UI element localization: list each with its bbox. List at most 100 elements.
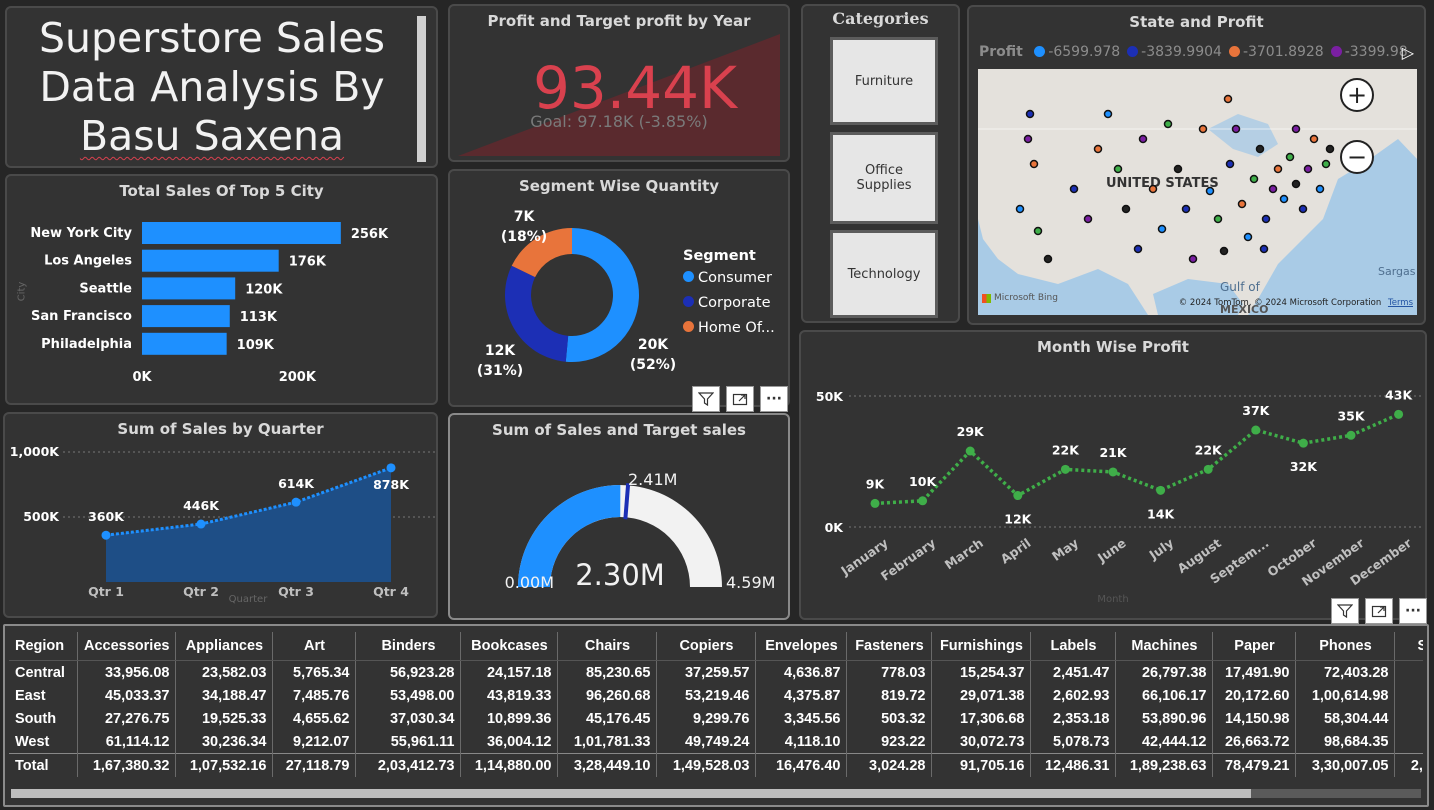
matrix-col-header[interactable]: Envelopes xyxy=(755,632,847,661)
map-data-point xyxy=(1291,124,1301,134)
matrix-col-header[interactable]: Storage xyxy=(1394,632,1423,661)
matrix-cell: 503.32 xyxy=(846,707,932,730)
map-sargasso-label: Sargas xyxy=(1378,265,1416,278)
map-data-point xyxy=(1279,194,1289,204)
matrix-focus-mode-icon[interactable] xyxy=(1365,598,1393,624)
matrix-filter-icon[interactable] xyxy=(1331,598,1359,624)
matrix-cell: 1,01,781.33 xyxy=(557,730,657,754)
quarter-area xyxy=(106,467,391,582)
category-technology[interactable]: Technology xyxy=(830,230,938,318)
month-y-tick: 0K xyxy=(825,520,845,535)
category-office-supplies[interactable]: Office Supplies xyxy=(830,132,938,224)
legend-dot-icon xyxy=(683,321,694,332)
gauge-svg: 2.30M 0.00M 4.59M 2.41M xyxy=(505,470,776,592)
matrix-col-header[interactable]: Labels xyxy=(1030,632,1116,661)
zoom-in-button[interactable]: + xyxy=(1340,78,1374,112)
map-data-point xyxy=(1083,214,1093,224)
map-data-point xyxy=(1309,134,1319,144)
matrix-cell: 27,276.75 xyxy=(76,707,176,730)
title-scrollbar[interactable] xyxy=(417,16,426,162)
matrix-cell: 37,030.34 xyxy=(355,707,461,730)
matrix-col-header[interactable]: Machines xyxy=(1115,632,1213,661)
legend-next-icon[interactable]: ▷ xyxy=(1402,43,1414,62)
matrix-cell: 35,768.06 xyxy=(1394,707,1423,730)
map-data-point xyxy=(1243,232,1253,242)
terms-link[interactable]: Terms xyxy=(1388,298,1413,308)
matrix-cell: 3,345.56 xyxy=(755,707,847,730)
matrix-cell: 96,260.68 xyxy=(557,684,657,707)
quarter-data-label: 360K xyxy=(88,509,125,524)
city-label-new-york-city: New York City xyxy=(30,226,132,241)
legend-dot-icon xyxy=(1127,46,1139,57)
segment-legend-item-corporate[interactable]: Corporate xyxy=(683,295,775,311)
gauge-value-label: 2.30M xyxy=(575,558,665,592)
map-data-point xyxy=(1219,246,1229,256)
segment-legend-item-home-of[interactable]: Home Of... xyxy=(683,320,775,336)
month-point xyxy=(1298,438,1308,448)
month-data-label: 12K xyxy=(1004,512,1032,527)
quarter-point xyxy=(291,497,301,507)
map-data-point xyxy=(1121,204,1131,214)
matrix-col-header[interactable]: Fasteners xyxy=(846,632,932,661)
segment-data-label: 7K xyxy=(514,209,536,225)
title-text: Superstore Sales Data Analysis By Basu S… xyxy=(7,14,417,161)
more-options-icon[interactable]: ··· xyxy=(760,386,788,412)
quarter-point xyxy=(101,530,111,540)
zoom-out-button[interactable]: − xyxy=(1340,140,1374,174)
filter-icon[interactable] xyxy=(692,386,720,412)
map-data-point xyxy=(1138,134,1148,144)
month-point xyxy=(1394,409,1404,419)
matrix-col-header[interactable]: Appliances xyxy=(175,632,273,661)
segment-data-label: (31%) xyxy=(477,363,523,379)
month-data-label: 14K xyxy=(1147,506,1175,521)
map-canvas[interactable]: UNITED STATES Gulf of MEXICO Sargas Micr… xyxy=(978,69,1417,315)
matrix-more-options-icon[interactable]: ··· xyxy=(1399,598,1427,624)
month-y-tick: 50K xyxy=(816,389,844,404)
matrix-cell: 19,525.33 xyxy=(175,707,273,730)
quarter-point xyxy=(196,519,206,529)
city-sales-chart: Total Sales Of Top 5 City City New York … xyxy=(5,174,438,405)
legend-dot-icon xyxy=(1330,46,1342,57)
matrix-col-header[interactable]: Bookcases xyxy=(460,632,558,661)
matrix-row: West 61,114.12 30,236.34 9,212.07 55,961.11 3… xyxy=(9,730,1423,754)
month-point xyxy=(1203,464,1213,474)
matrix-cell: 7,485.76 xyxy=(272,684,356,707)
map-data-point xyxy=(1157,224,1167,234)
month-data-label: 10K xyxy=(909,474,937,489)
month-line xyxy=(874,412,1400,506)
map-data-point xyxy=(1315,184,1325,194)
gauge-min-label: 0.00M xyxy=(505,573,554,592)
matrix-total-row: Total 1,67,380.32 1,07,532.16 27,118.79 2,03… xyxy=(9,753,1423,777)
matrix-total-cell: 2,03,412.73 xyxy=(355,753,461,777)
matrix-col-header[interactable]: Binders xyxy=(355,632,461,661)
city-value-label: 176K xyxy=(289,255,327,270)
matrix-cell: 53,219.46 xyxy=(656,684,756,707)
segment-legend-items: Consumer Corporate Home Of... xyxy=(683,270,775,336)
matrix-col-header[interactable]: Copiers xyxy=(656,632,756,661)
month-data-label: 22K xyxy=(1195,442,1223,457)
gauge-max-label: 4.59M xyxy=(726,573,775,592)
matrix-body: Central 33,956.08 23,582.03 5,765.34 56,923.… xyxy=(9,660,1423,777)
focus-mode-icon[interactable] xyxy=(726,386,754,412)
matrix-table: Region Accessories Appliances Art Binders Boo… xyxy=(9,632,1423,777)
matrix-col-header[interactable]: Paper xyxy=(1212,632,1296,661)
matrix-row: East 45,033.37 34,188.47 7,485.76 53,498.00 4… xyxy=(9,684,1423,707)
matrix-scrollbar-thumb[interactable] xyxy=(11,789,1251,798)
title-card: Superstore Sales Data Analysis By Basu S… xyxy=(5,6,438,168)
categories-title: Categories xyxy=(832,9,929,28)
matrix-col-header[interactable]: Region xyxy=(9,632,78,661)
matrix-col-header[interactable]: Chairs xyxy=(557,632,657,661)
map-data-point xyxy=(1181,204,1191,214)
matrix-col-header[interactable]: Art xyxy=(272,632,356,661)
matrix-row-header: East xyxy=(15,687,46,704)
matrix-col-header[interactable]: Phones xyxy=(1295,632,1395,661)
matrix-col-header[interactable]: Accessories xyxy=(76,632,176,661)
map-data-point xyxy=(1033,226,1043,236)
segment-legend-item-consumer[interactable]: Consumer xyxy=(683,270,775,286)
category-furniture[interactable]: Furniture xyxy=(830,37,938,125)
categories-slicer: Categories Furniture Office Supplies Tec… xyxy=(801,4,960,323)
map-data-point xyxy=(1029,159,1039,169)
matrix-cell: 923.22 xyxy=(846,730,932,754)
matrix-col-header[interactable]: Furnishings xyxy=(931,632,1031,661)
matrix-total-cell: 2,23,843.61 xyxy=(1394,753,1423,777)
